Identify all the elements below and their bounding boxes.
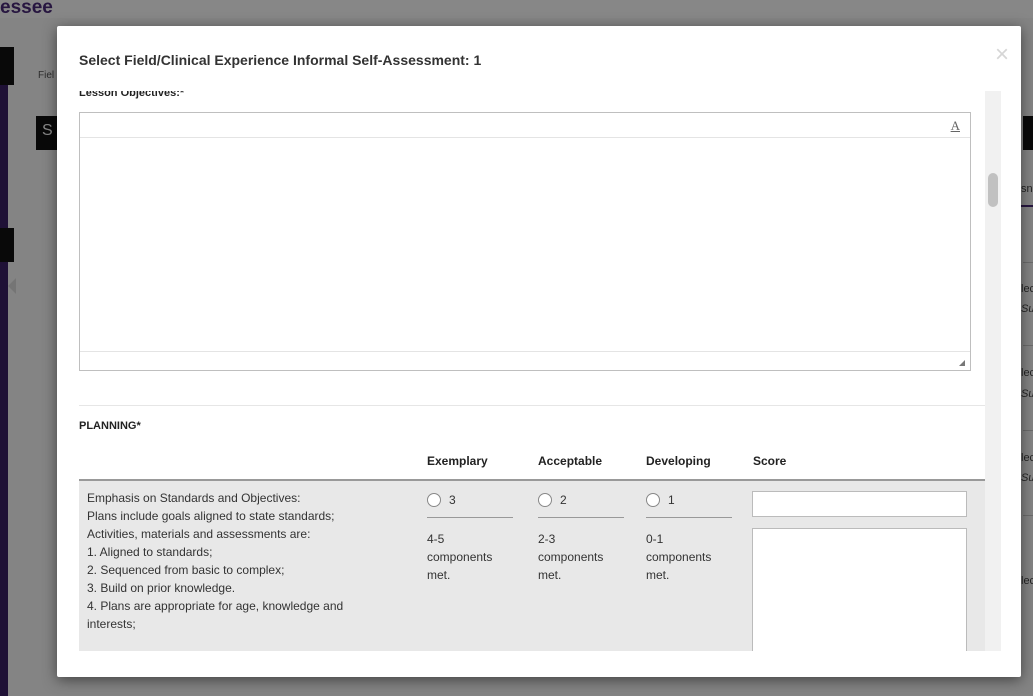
desc-line: met. — [538, 568, 562, 582]
option-description: 2-3 components met. — [538, 530, 624, 584]
option-divider — [427, 517, 513, 518]
criterion-text: Emphasis on Standards and Objectives: Pl… — [87, 489, 387, 633]
planning-section-label: PLANNING* — [79, 420, 141, 432]
desc-line: 2-3 — [538, 532, 556, 546]
desc-line: 0-1 — [646, 532, 664, 546]
criterion-line: Emphasis on Standards and Objectives: — [87, 491, 301, 505]
desc-line: 4-5 — [427, 532, 445, 546]
table-row: Emphasis on Standards and Objectives: Pl… — [79, 481, 985, 651]
assessment-modal: Select Field/Clinical Experience Informa… — [57, 26, 1021, 677]
desc-line: components — [427, 550, 493, 564]
criterion-line: Plans include goals aligned to state sta… — [87, 509, 335, 523]
criterion-line: Activities, materials and assessments ar… — [87, 527, 311, 541]
modal-body[interactable]: Lesson Objectives:* A PLANNING* Exemplar… — [57, 91, 1001, 651]
font-format-icon[interactable]: A — [951, 118, 960, 134]
option-acceptable: 2 2-3 components met. — [538, 491, 624, 582]
scrollbar-thumb[interactable] — [988, 173, 998, 207]
column-header-acceptable: Acceptable — [538, 454, 603, 468]
resize-handle-icon[interactable] — [959, 360, 965, 366]
score-input[interactable] — [752, 491, 967, 517]
criterion-line: 2. Sequenced from basic to complex; — [87, 563, 285, 577]
radio-acceptable[interactable] — [538, 492, 552, 507]
criterion-line: 3. Build on prior knowledge. — [87, 581, 236, 595]
section-divider — [79, 405, 985, 406]
option-divider — [538, 517, 624, 518]
score-comment-textarea[interactable] — [752, 528, 967, 651]
column-header-developing: Developing — [646, 454, 711, 468]
editor-toolbar: A — [80, 113, 970, 138]
option-divider — [646, 517, 732, 518]
option-developing: 1 0-1 components met. — [646, 491, 732, 582]
desc-line: met. — [427, 568, 451, 582]
lesson-objectives-label: Lesson Objectives:* — [79, 91, 185, 99]
lesson-objectives-textarea[interactable] — [80, 138, 970, 352]
criterion-line: 1. Aligned to standards; — [87, 545, 213, 559]
editor-statusbar — [80, 351, 970, 370]
option-exemplary: 3 4-5 components met. — [427, 491, 513, 582]
desc-line: met. — [646, 568, 670, 582]
radio-developing[interactable] — [646, 492, 660, 507]
option-value: 1 — [668, 492, 675, 507]
column-header-exemplary: Exemplary — [427, 454, 488, 468]
modal-title: Select Field/Clinical Experience Informa… — [79, 52, 482, 68]
lesson-objectives-editor[interactable]: A — [79, 112, 971, 371]
radio-exemplary[interactable] — [427, 492, 441, 507]
criterion-line: 4. Plans are appropriate for age, knowle… — [87, 599, 344, 613]
desc-line: components — [646, 550, 712, 564]
option-value: 3 — [449, 492, 456, 507]
option-description: 4-5 components met. — [427, 530, 513, 584]
option-description: 0-1 components met. — [646, 530, 732, 584]
criterion-line: interests; — [87, 617, 136, 631]
column-header-score: Score — [753, 454, 787, 468]
close-icon[interactable]: × — [995, 43, 1009, 67]
desc-line: components — [538, 550, 604, 564]
option-value: 2 — [560, 492, 567, 507]
